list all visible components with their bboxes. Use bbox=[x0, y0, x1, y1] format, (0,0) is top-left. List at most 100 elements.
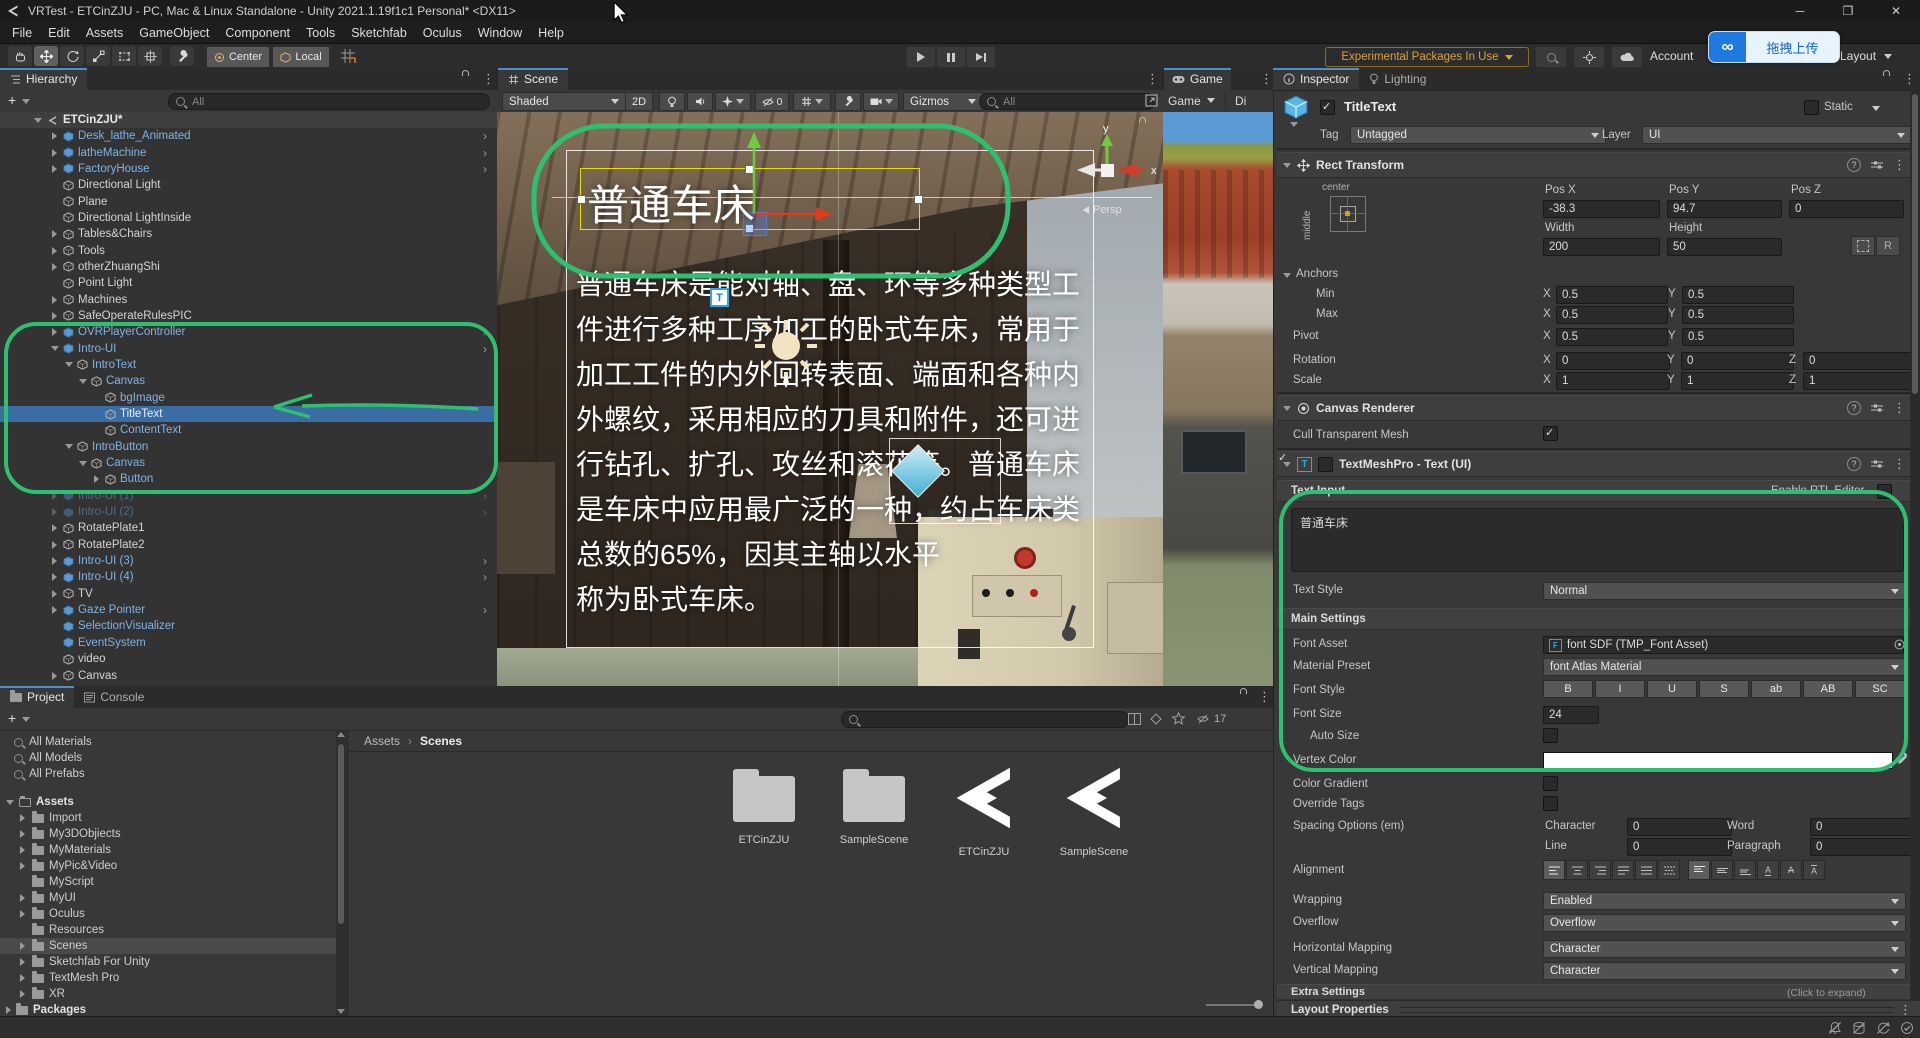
menu-item[interactable]: GameObject bbox=[131, 26, 217, 40]
scene-viewport[interactable]: 普通车床 普通车床是能对轴、盘、环等多种类型工件进行多种工序加工的卧式车床，常用… bbox=[497, 112, 1163, 686]
directional-light-gizmo-icon[interactable] bbox=[755, 320, 817, 388]
grid-snap-icon[interactable] bbox=[340, 48, 356, 67]
width-field[interactable]: 200 bbox=[1543, 238, 1660, 256]
rotate-tool-button[interactable] bbox=[60, 46, 84, 66]
resize-grip[interactable] bbox=[1399, 1007, 1894, 1013]
foldout-icon[interactable] bbox=[52, 672, 57, 680]
font-style-button[interactable]: AB bbox=[1803, 680, 1853, 698]
game-viewport[interactable] bbox=[1163, 112, 1273, 686]
menu-item[interactable]: Window bbox=[470, 26, 530, 40]
favorite-item[interactable]: All Prefabs bbox=[0, 766, 336, 782]
align-baseline-button[interactable]: A bbox=[1757, 860, 1779, 880]
pivot-x-field[interactable]: 0.5 bbox=[1556, 328, 1668, 346]
shading-mode-dropdown[interactable]: Shaded bbox=[502, 92, 626, 111]
static-caret[interactable] bbox=[1872, 106, 1880, 111]
scale-z-field[interactable]: 1 bbox=[1803, 372, 1914, 390]
foldout-icon[interactable] bbox=[65, 444, 73, 449]
align-geometry-button[interactable] bbox=[1658, 860, 1680, 880]
foldout-icon[interactable] bbox=[52, 165, 57, 173]
wrapping-dropdown[interactable]: Enabled bbox=[1543, 892, 1906, 910]
font-style-button[interactable]: S bbox=[1699, 680, 1749, 698]
lighting-toggle-button[interactable] bbox=[659, 92, 685, 111]
gizmos-dropdown[interactable]: Gizmos bbox=[903, 92, 983, 111]
rect-tool-button[interactable] bbox=[112, 46, 136, 66]
asset-item[interactable]: SampleScene bbox=[824, 760, 924, 846]
align-capline-button[interactable]: A bbox=[1803, 860, 1825, 880]
help-icon[interactable]: ? bbox=[1847, 158, 1861, 172]
foldout-icon[interactable] bbox=[52, 296, 57, 304]
character-spacing-field[interactable]: 0 bbox=[1627, 818, 1732, 836]
scroll-up-icon[interactable] bbox=[337, 732, 345, 737]
foldout-icon[interactable] bbox=[20, 958, 25, 966]
auto-size-checkbox[interactable] bbox=[1543, 728, 1558, 743]
create-add-button[interactable]: + bbox=[8, 710, 16, 726]
hierarchy-item[interactable]: TitleText › bbox=[0, 406, 497, 422]
hierarchy-item[interactable]: OVRPlayerController › bbox=[0, 324, 497, 340]
preferences-button[interactable] bbox=[1573, 46, 1605, 68]
foldout-icon[interactable] bbox=[52, 508, 57, 516]
project-search-input[interactable] bbox=[863, 713, 1121, 727]
font-asset-field[interactable]: Ffont SDF (TMP_Font Asset) bbox=[1543, 636, 1904, 654]
experimental-packages-dropdown[interactable]: Experimental Packages In Use bbox=[1325, 47, 1529, 67]
help-icon[interactable]: ? bbox=[1847, 401, 1861, 415]
hierarchy-item[interactable]: EventSystem › bbox=[0, 635, 497, 651]
sprite-packer-icon[interactable] bbox=[1150, 713, 1162, 725]
close-button[interactable]: ✕ bbox=[1872, 4, 1920, 18]
kebab-menu-icon[interactable]: ⋮ bbox=[1893, 456, 1906, 472]
foldout-icon[interactable] bbox=[1283, 163, 1291, 168]
search-button[interactable] bbox=[1535, 46, 1567, 68]
hierarchy-item[interactable]: Intro-UI (2) › bbox=[0, 504, 497, 520]
scene-tools-button[interactable] bbox=[835, 92, 861, 111]
layer-dropdown[interactable]: UI bbox=[1642, 126, 1912, 144]
hierarchy-item[interactable]: Desk_lathe_Animated › bbox=[0, 128, 497, 144]
rect-transform-header[interactable]: Rect Transform ?⋮ bbox=[1277, 152, 1920, 178]
foldout-icon[interactable] bbox=[34, 118, 42, 123]
foldout-icon[interactable] bbox=[20, 974, 25, 982]
rotation-y-field[interactable]: 0 bbox=[1681, 352, 1794, 370]
tab-console[interactable]: Console bbox=[74, 686, 154, 708]
tab-hierarchy[interactable]: Hierarchy bbox=[0, 68, 87, 90]
menu-item[interactable]: Oculus bbox=[415, 26, 470, 40]
hierarchy-item[interactable]: Button › bbox=[0, 471, 497, 487]
hierarchy-item[interactable]: Gaze Pointer › bbox=[0, 602, 497, 618]
upload-overlay[interactable]: ∞ 拖拽上传 bbox=[1708, 31, 1840, 63]
word-spacing-field[interactable]: 0 bbox=[1810, 818, 1914, 836]
height-field[interactable]: 50 bbox=[1667, 238, 1782, 256]
main-settings-section-header[interactable]: Main Settings bbox=[1277, 608, 1920, 630]
menu-item[interactable]: Assets bbox=[78, 26, 132, 40]
font-style-button[interactable]: SC bbox=[1855, 680, 1905, 698]
prefab-chevron-icon[interactable]: › bbox=[483, 571, 487, 583]
kebab-menu-icon[interactable]: ⋮ bbox=[1903, 71, 1916, 87]
foldout-icon[interactable] bbox=[20, 942, 25, 950]
hierarchy-item[interactable]: Intro-UI (4) › bbox=[0, 569, 497, 585]
font-size-field[interactable]: 24 bbox=[1543, 706, 1599, 724]
hierarchy-item[interactable]: SelectionVisualizer › bbox=[0, 618, 497, 634]
project-tree-scrollbar[interactable] bbox=[336, 730, 346, 1016]
foldout-icon[interactable] bbox=[52, 492, 57, 500]
notifications-muted-icon[interactable] bbox=[1828, 1021, 1842, 1035]
favorite-item[interactable]: All Materials bbox=[0, 734, 336, 750]
gameobject-name-field[interactable]: TitleText bbox=[1344, 99, 1396, 114]
align-justify-button[interactable] bbox=[1612, 860, 1634, 880]
foldout-icon[interactable] bbox=[65, 362, 73, 367]
foldout-icon[interactable] bbox=[52, 263, 57, 271]
hierarchy-item[interactable]: TV › bbox=[0, 586, 497, 602]
foldout-icon[interactable] bbox=[79, 461, 87, 466]
align-middle-button[interactable] bbox=[1711, 860, 1733, 880]
prefab-chevron-icon[interactable]: › bbox=[483, 163, 487, 175]
move-tool-button[interactable] bbox=[34, 46, 58, 66]
align-left-button[interactable] bbox=[1543, 860, 1565, 880]
hierarchy-item[interactable]: video › bbox=[0, 651, 497, 667]
hierarchy-item[interactable]: Canvas › bbox=[0, 455, 497, 471]
text-input-section-header[interactable]: Text Input Enable RTL Editor bbox=[1277, 480, 1920, 502]
breadcrumb-current[interactable]: Scenes bbox=[420, 734, 462, 748]
transform-tool-button[interactable] bbox=[138, 46, 162, 66]
audio-toggle-button[interactable] bbox=[687, 92, 713, 111]
text-input-area[interactable]: 普通车床 bbox=[1291, 508, 1904, 572]
foldout-icon[interactable] bbox=[52, 606, 57, 614]
scale-x-field[interactable]: 1 bbox=[1556, 372, 1670, 390]
foldout-icon[interactable] bbox=[52, 312, 57, 320]
foldout-icon[interactable] bbox=[52, 557, 57, 565]
2d-toggle-button[interactable]: 2D bbox=[625, 92, 653, 111]
hierarchy-search[interactable] bbox=[168, 93, 490, 110]
